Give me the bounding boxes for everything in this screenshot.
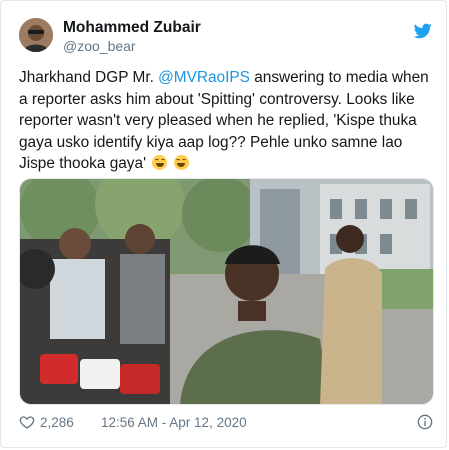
avatar-image xyxy=(19,18,53,52)
grinning-squinting-face-emoji xyxy=(173,155,189,170)
tweet-text-part-1: Jharkhand DGP Mr. xyxy=(19,69,159,86)
tweet-text: Jharkhand DGP Mr. @MVRaoIPS answering to… xyxy=(19,67,437,175)
author-name[interactable]: Mohammed Zubair xyxy=(63,19,201,37)
author-avatar[interactable] xyxy=(19,18,53,52)
tweet-timestamp[interactable]: 12:56 AM - Apr 12, 2020 xyxy=(101,415,247,430)
like-count[interactable]: 2,286 xyxy=(40,415,74,430)
twitter-bird-icon[interactable] xyxy=(414,23,432,39)
tweet-video[interactable] xyxy=(19,178,434,405)
heart-icon[interactable] xyxy=(19,414,35,430)
tweet-card: Mohammed Zubair @zoo_bear Jharkhand DGP … xyxy=(0,0,447,448)
info-icon[interactable] xyxy=(417,414,433,430)
mention-link[interactable]: @MVRaoIPS xyxy=(158,69,250,86)
grinning-squinting-face-emoji xyxy=(152,155,168,170)
video-frame-image xyxy=(20,179,433,404)
tweet-footer: 2,286 12:56 AM - Apr 12, 2020 xyxy=(19,413,433,433)
author-handle[interactable]: @zoo_bear xyxy=(63,38,136,54)
